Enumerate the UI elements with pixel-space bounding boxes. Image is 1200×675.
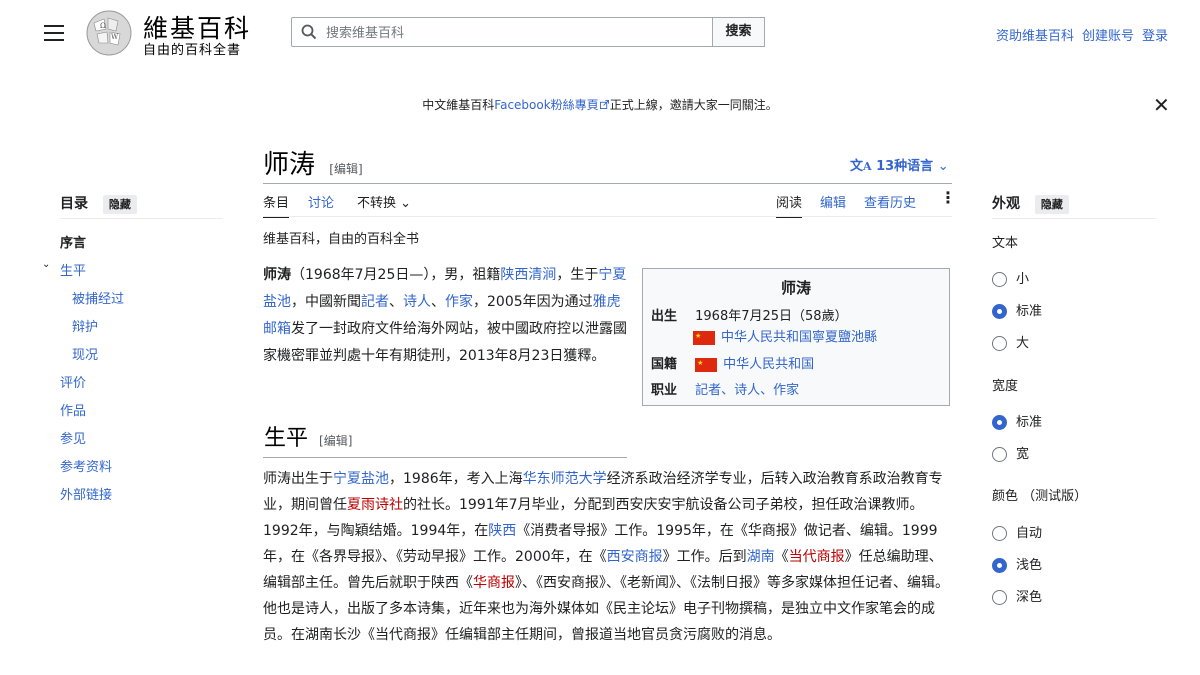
site-notice: 中文維基百科Facebook粉絲專頁 正式上線，邀請大家一同關注。 — [0, 96, 1200, 113]
link-xiayu-poetry-club[interactable]: 夏雨诗社 — [347, 497, 403, 513]
toc-divider — [60, 218, 223, 219]
color-auto-radio[interactable]: 自动 — [992, 522, 1042, 541]
toc-item-works[interactable]: 作品 — [60, 400, 86, 419]
translate-icon: 文A — [850, 159, 872, 174]
toc-item-status[interactable]: 现况 — [72, 344, 98, 363]
link-poet[interactable]: 诗人 — [403, 294, 431, 310]
china-flag-icon — [693, 330, 715, 345]
svg-text:W: W — [111, 33, 119, 41]
appearance-heading: 外观 隐藏 — [992, 193, 1069, 214]
link-contemporary-business-daily[interactable]: 当代商报 — [789, 549, 845, 565]
link-shaanxi-qingjian[interactable]: 陕西清涧 — [500, 267, 556, 283]
occupation-links[interactable]: 記者、诗人、作家 — [695, 383, 799, 398]
logo-tagline: 自由的百科全書 — [143, 43, 242, 58]
search-input[interactable] — [324, 22, 708, 44]
search-box[interactable] — [291, 17, 713, 47]
occupation-label: 职业 — [651, 383, 678, 398]
color-light-radio[interactable]: 浅色 — [992, 554, 1042, 573]
notice-text-end: 正式上線，邀請大家一同關注。 — [609, 98, 778, 112]
color-dark-radio[interactable]: 深色 — [992, 586, 1042, 605]
width-standard-radio[interactable]: 标准 — [992, 411, 1042, 430]
toc-item-references[interactable]: 参考资料 — [60, 456, 112, 475]
notice-text: 中文維基百科 — [422, 98, 495, 112]
toc-item-life[interactable]: 生平 — [60, 260, 86, 279]
toc-item-intro[interactable]: 序言 — [60, 232, 86, 251]
lead-paragraph: 师涛（1968年7月25日—），男，祖籍陕西清涧，生于宁夏盐池，中國新聞記者、诗… — [263, 267, 627, 364]
china-flag-icon — [695, 357, 718, 372]
page-title: 师涛 [编辑] — [263, 150, 363, 180]
language-button[interactable]: 文A 13种语言 ⌄ — [850, 155, 949, 174]
title-edit-link[interactable]: [编辑] — [329, 162, 362, 176]
born-place-link[interactable]: 中华人民共和国寧夏鹽池縣 — [721, 330, 877, 345]
toc-item-arrest[interactable]: 被捕经过 — [72, 288, 124, 307]
toc-item-reviews[interactable]: 评价 — [60, 372, 86, 391]
search-icon — [301, 24, 317, 40]
svg-text:Ω: Ω — [100, 22, 106, 30]
tabs-divider — [263, 216, 952, 217]
link-hunan[interactable]: 湖南 — [747, 549, 775, 565]
section-paragraph: 师涛出生于宁夏盐池，1986年，考入上海华东师范大学经济系政治经济学专业，后转入… — [263, 471, 949, 643]
toc-item-see-also[interactable]: 参见 — [60, 428, 86, 447]
link-journalist[interactable]: 記者 — [361, 294, 389, 310]
section-divider — [263, 457, 627, 458]
chevron-down-icon: ⌄ — [400, 196, 412, 211]
text-size-small-radio[interactable]: 小 — [992, 268, 1029, 287]
section-edit-link[interactable]: [编辑] — [319, 434, 352, 448]
width-wide-radio[interactable]: 宽 — [992, 443, 1029, 462]
title-divider — [263, 183, 952, 184]
tab-edit[interactable]: 编辑 — [820, 192, 846, 211]
nationality-label: 国籍 — [651, 357, 678, 372]
external-link-icon — [599, 100, 609, 109]
color-label: 颜色 （测试版） — [992, 489, 1088, 504]
link-shaanxi[interactable]: 陕西 — [488, 523, 516, 539]
width-label: 宽度 — [992, 379, 1019, 394]
toc-item-external-links[interactable]: 外部链接 — [60, 484, 112, 503]
link-ningxia-yanchi[interactable]: 宁夏盐池 — [333, 471, 389, 487]
toc-heading: 目录 隐藏 — [60, 193, 137, 214]
variant-dropdown[interactable]: 不转换 ⌄ — [357, 192, 411, 211]
appearance-hide-button[interactable]: 隐藏 — [1034, 195, 1069, 214]
toc-item-defense[interactable]: 辩护 — [72, 316, 98, 335]
personal-links: 资助维基百科 创建账号 登录 — [988, 25, 1168, 44]
tab-history[interactable]: 查看历史 — [864, 192, 916, 211]
infobox-title: 师涛 — [780, 279, 811, 297]
wikipedia-globe-logo[interactable]: Ω W — [84, 9, 134, 57]
search-button[interactable]: 搜索 — [713, 17, 765, 47]
born-label: 出生 — [651, 309, 678, 324]
text-size-label: 文本 — [992, 236, 1019, 251]
appearance-divider — [992, 218, 1156, 219]
tab-article[interactable]: 条目 — [263, 192, 290, 218]
facebook-link[interactable]: Facebook粉絲專頁 — [494, 98, 598, 112]
link-xian-business-daily[interactable]: 西安商报 — [607, 549, 663, 565]
link-ecnu[interactable]: 华东师范大学 — [523, 471, 607, 487]
close-notice-icon[interactable]: ✕ — [1153, 95, 1170, 115]
language-count: 13种语言 — [876, 159, 934, 174]
link-yahoo-mail[interactable]: 雅虎邮箱 — [263, 294, 621, 337]
create-account-link[interactable]: 创建账号 — [1082, 29, 1134, 44]
born-date: 1968年7月25日（58歲） — [695, 309, 848, 324]
tab-read[interactable]: 阅读 — [776, 192, 803, 218]
toc-hide-button[interactable]: 隐藏 — [102, 195, 137, 214]
link-huashang-daily[interactable]: 华商报 — [473, 575, 515, 591]
login-link[interactable]: 登录 — [1142, 29, 1168, 44]
text-size-standard-radio[interactable]: 标准 — [992, 300, 1042, 319]
infobox: 师涛 出生 1968年7月25日（58歲） 中华人民共和国寧夏鹽池縣 国籍 中华… — [642, 268, 950, 406]
link-writer[interactable]: 作家 — [445, 294, 473, 310]
text-size-large-radio[interactable]: 大 — [992, 332, 1029, 351]
nationality-link[interactable]: 中华人民共和国 — [723, 357, 814, 372]
more-options-icon[interactable]: ⋮ — [940, 188, 956, 207]
chevron-down-icon: ⌄ — [937, 159, 949, 174]
tab-talk[interactable]: 讨论 — [308, 192, 334, 211]
section-heading-life: 生平 [编辑] — [264, 426, 353, 451]
chevron-down-icon[interactable]: ⌄ — [42, 259, 50, 270]
main-menu-button[interactable] — [44, 25, 64, 41]
site-subtitle: 维基百科，自由的百科全书 — [263, 232, 420, 247]
donate-link[interactable]: 资助维基百科 — [996, 29, 1074, 44]
